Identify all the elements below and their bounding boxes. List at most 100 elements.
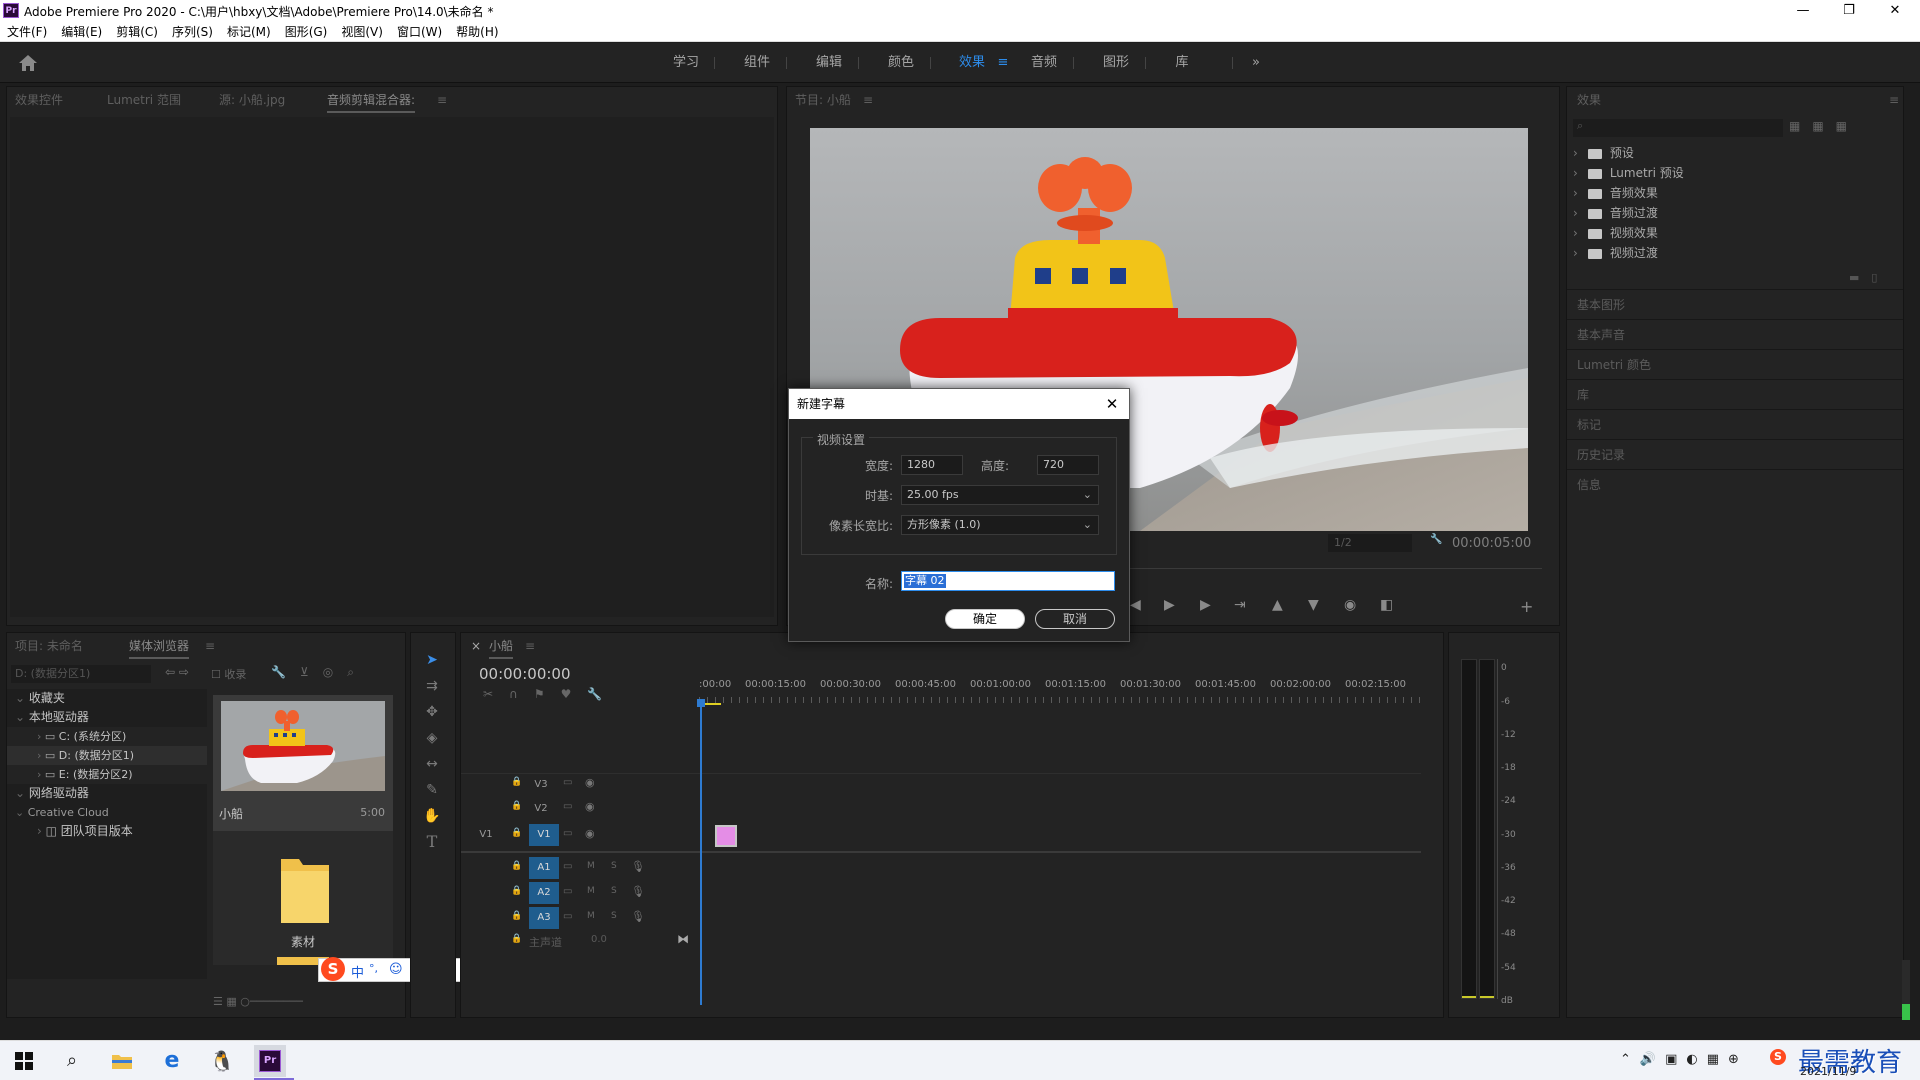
playhead[interactable] [700,705,702,1005]
solo-button[interactable]: S [611,911,617,921]
ime-punct[interactable]: °, [369,962,378,975]
qq-icon[interactable]: 🐧 [206,1045,238,1077]
minimize-button[interactable]: — [1780,0,1826,22]
tab-lumetri-scopes[interactable]: Lumetri 范围 [107,87,181,113]
mute-button[interactable]: M [587,886,595,896]
timeline-tool-icons[interactable]: ✂∩⚑♥🔧 [483,687,618,701]
effects-item-lumetri-presets[interactable]: › Lumetri 预设 [1573,163,1893,183]
tab-timeline-sequence[interactable]: 小船 [489,633,514,659]
program-menu-icon[interactable]: ≡ [863,87,873,113]
tab-program[interactable]: 节目: 小船 [795,87,851,113]
tree-drive-d[interactable]: › ▭ D: (数据分区1) [7,746,207,765]
track-a1[interactable]: 🔒 A1 ▭ M S 🎙 [511,857,1451,879]
panel-libraries[interactable]: 库 [1567,379,1903,409]
timebase-select[interactable]: 25.00 fps ⌄ [901,485,1099,505]
timeline-timecode[interactable]: 00:00:00:00 [479,665,571,683]
lock-icon[interactable]: 🔒 [511,934,522,944]
workspace-assembly[interactable]: 组件 [736,43,778,83]
panel-essential-sound[interactable]: 基本声音 [1567,319,1903,349]
close-window-button[interactable]: ✕ [1872,0,1918,22]
timeline-menu-icon[interactable]: ≡ [525,633,535,659]
workspace-color[interactable]: 颜色 [880,43,922,83]
sync-lock-icon[interactable]: ▭ [563,828,572,839]
favorites-checkbox[interactable]: ☐ 收录 [211,666,246,682]
sync-lock-icon[interactable]: ▭ [563,777,572,788]
lock-icon[interactable]: 🔒 [511,861,522,871]
workspace-libraries[interactable]: 库 [1167,43,1197,83]
workspace-audio[interactable]: 音频 [1023,43,1065,83]
workspace-effects[interactable]: 效果 [951,43,993,83]
file-explorer-icon[interactable] [106,1045,138,1077]
menu-graphics[interactable]: 图形(G) [278,22,335,42]
pen-tool-icon[interactable]: ✎ [421,779,443,801]
name-input[interactable]: 字幕 02 [901,571,1115,591]
track-v3[interactable]: 🔒 V3 ▭ ◉ [511,775,1451,795]
go-to-end-icon[interactable]: ⧓ [677,932,689,946]
track-select-tool-icon[interactable]: ⇉ [421,675,443,697]
system-tray-icons[interactable]: ⌃🔊▣◐▦⊕ [1620,1052,1748,1067]
panel-menu-icon[interactable]: ≡ [437,87,447,113]
track-v1[interactable]: V1 🔒 V1 ▭ ◉ [475,823,1435,847]
effects-menu-icon[interactable]: ≡ [1889,87,1899,113]
effects-item-video-effects[interactable]: › 视频效果 [1573,223,1893,243]
add-button-icon[interactable]: + [1520,597,1533,616]
home-icon[interactable] [18,54,38,72]
export-frame-icon[interactable]: ◉ [1344,597,1356,613]
media-item-folder[interactable]: 素材 [213,833,393,953]
tree-favorites[interactable]: ⌄ 收藏夹 [7,689,207,708]
tree-team-projects[interactable]: › ◫ 团队项目版本 [7,822,207,841]
tree-drive-c[interactable]: › ▭ C: (系统分区) [7,727,207,746]
dialog-close-button[interactable]: ✕ [1103,389,1121,419]
edge-browser-icon[interactable]: e [156,1045,188,1077]
sogou-tray-icon[interactable]: S [1770,1049,1786,1065]
mute-button[interactable]: M [587,911,595,921]
view-mode-icons[interactable]: ☰ ▦ ○──────── [213,995,303,1008]
volume-slider[interactable] [1902,960,1910,1020]
wrench-icon[interactable]: 🔧 [1430,534,1442,545]
effects-item-audio-transitions[interactable]: › 音频过渡 [1573,203,1893,223]
panel-markers[interactable]: 标记 [1567,409,1903,439]
workspace-editing[interactable]: 编辑 [808,43,850,83]
sync-lock-icon[interactable]: ▭ [563,911,572,922]
menu-marker[interactable]: 标记(M) [220,22,278,42]
solo-button[interactable]: S [611,861,617,871]
menu-file[interactable]: 文件(F) [0,22,54,42]
menu-sequence[interactable]: 序列(S) [165,22,220,42]
sync-lock-icon[interactable]: ▭ [563,801,572,812]
tree-local-drives[interactable]: ⌄ 本地驱动器 [7,708,207,727]
lock-icon[interactable]: 🔒 [511,886,522,896]
menu-clip[interactable]: 剪辑(C) [109,22,165,42]
effects-item-presets[interactable]: › 预设 [1573,143,1893,163]
mute-button[interactable]: M [587,861,595,871]
sogou-logo-icon[interactable]: S [321,957,345,981]
track-v2[interactable]: 🔒 V2 ▭ ◉ [511,799,1451,819]
step-forward-icon[interactable]: ▶ [1200,597,1211,613]
lock-icon[interactable]: 🔒 [511,801,522,811]
premiere-taskbar-icon[interactable]: Pr [254,1045,286,1077]
menu-help[interactable]: 帮助(H) [449,22,505,42]
tab-effects[interactable]: 效果 [1577,87,1601,113]
tree-creative-cloud[interactable]: ⌄ Creative Cloud [7,803,207,822]
ok-button[interactable]: 确定 [945,609,1025,629]
source-patch-v1[interactable]: V1 [475,826,497,844]
workspace-graphics[interactable]: 图形 [1095,43,1137,83]
windows-start-icon[interactable] [8,1045,40,1077]
effects-filter-icons[interactable]: ▦▦▦ [1789,119,1859,133]
workspace-overflow-icon[interactable]: » [1246,43,1266,83]
width-input[interactable]: 1280 [901,455,963,475]
slip-tool-icon[interactable]: ↔ [421,753,443,775]
track-master[interactable]: 🔒 主声道 0.0 ⧓ [511,931,1451,951]
go-to-out-icon[interactable]: ⇥ [1234,597,1246,613]
eye-icon[interactable]: ◉ [585,776,595,789]
panel-essential-graphics[interactable]: 基本图形 [1567,289,1903,319]
solo-button[interactable]: S [611,886,617,896]
program-zoom-select[interactable]: 1/2 [1328,534,1412,552]
media-item-boat[interactable]: 小船 5:00 [213,695,393,831]
tab-effect-controls[interactable]: 效果控件 [15,87,63,113]
project-menu-icon[interactable]: ≡ [205,633,215,659]
tree-network-drives[interactable]: ⌄ 网络驱动器 [7,784,207,803]
media-browser-tool-icons[interactable]: 🔧⊻◎⌕ [271,665,368,680]
lift-icon[interactable]: ▲ [1272,597,1283,613]
eye-icon[interactable]: ◉ [585,800,595,813]
tab-project[interactable]: 项目: 未命名 [15,633,83,659]
